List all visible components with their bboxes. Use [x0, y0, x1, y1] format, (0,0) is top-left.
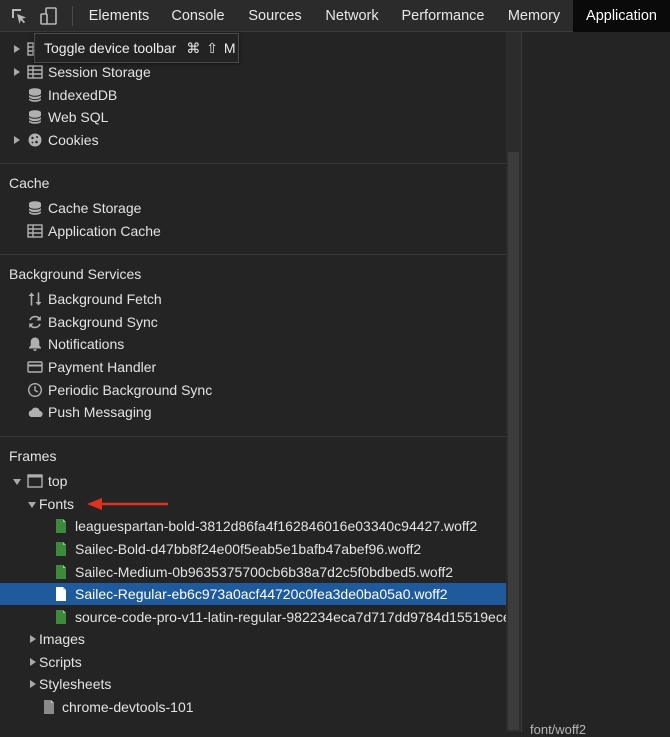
cookie-icon	[28, 133, 42, 147]
document-icon	[44, 700, 54, 714]
tree-item-periodic-background-sync[interactable]: Periodic Background Sync	[0, 379, 506, 401]
table-icon	[27, 65, 43, 79]
section-divider	[0, 163, 506, 164]
tree-item-font-file[interactable]: Sailec-Medium-0b9635375700cb6b38a7d2c5f0…	[0, 561, 506, 583]
frame-icon	[27, 474, 43, 488]
expand-arrow-icon[interactable]	[14, 136, 20, 144]
tree-item-session-storage[interactable]: Session Storage	[0, 61, 506, 83]
cloud-icon	[28, 407, 43, 418]
tree-item-child-frame[interactable]: chrome-devtools-101	[0, 696, 506, 718]
tree-item-stylesheets[interactable]: Stylesheets	[0, 673, 506, 695]
tree-item-label: Sailec-Medium-0b9635375700cb6b38a7d2c5f0…	[75, 564, 454, 580]
tree-item-indexeddb[interactable]: IndexedDB	[0, 84, 506, 106]
collapse-arrow-icon[interactable]	[13, 479, 21, 485]
tree-item-label: Payment Handler	[48, 359, 157, 375]
credit-card-icon	[27, 361, 43, 373]
expand-arrow-icon[interactable]	[14, 45, 20, 53]
resource-mime-type: font/woff2	[530, 722, 587, 737]
tree-item-label: Push Messaging	[48, 404, 152, 420]
tree-item-scripts[interactable]: Scripts	[0, 651, 506, 673]
expand-arrow-icon[interactable]	[14, 68, 20, 76]
annotation-arrow-icon	[87, 498, 168, 510]
section-title-background-services: Background Services	[9, 266, 142, 282]
section-title-cache: Cache	[9, 175, 50, 191]
tree-item-label: Scripts	[39, 654, 82, 670]
bell-icon	[29, 337, 41, 351]
expand-arrow-icon[interactable]	[30, 658, 36, 666]
inspect-element-icon[interactable]	[10, 7, 28, 25]
tab-network[interactable]: Network	[314, 0, 390, 32]
tree-item-frame-top[interactable]: top	[0, 470, 506, 492]
tree-item-label: IndexedDB	[48, 87, 118, 103]
tree-item-font-file-selected[interactable]: Sailec-Regular-eb6c973a0acf44720c0fea3de…	[0, 583, 506, 605]
up-down-arrows-icon	[28, 292, 42, 306]
tooltip: Toggle device toolbar ⌘ ⇧ M	[34, 33, 239, 63]
tooltip-shortcut: ⌘ ⇧ M	[186, 40, 237, 56]
tab-sources[interactable]: Sources	[237, 0, 313, 32]
device-toolbar-icon[interactable]	[40, 7, 58, 25]
section-title-frames: Frames	[9, 448, 57, 464]
section-divider	[0, 436, 506, 437]
tree-item-notifications[interactable]: Notifications	[0, 333, 506, 355]
tree-item-label: Background Sync	[48, 314, 158, 330]
tree-item-label: Notifications	[48, 336, 125, 352]
tab-performance[interactable]: Performance	[391, 0, 495, 32]
devtools-toolbar: Elements Console Sources Network Perform…	[0, 0, 670, 32]
tab-memory[interactable]: Memory	[496, 0, 572, 32]
tree-item-cookies[interactable]: Cookies	[0, 129, 506, 151]
scrollbar-thumb[interactable]	[508, 152, 519, 730]
tree-item-label: Periodic Background Sync	[48, 382, 213, 398]
tree-item-font-file[interactable]: source-code-pro-v11-latin-regular-982234…	[0, 606, 506, 628]
tree-item-label: Sailec-Regular-eb6c973a0acf44720c0fea3de…	[75, 586, 448, 602]
tree-item-label: leaguespartan-bold-3812d86fa4f162846016e…	[75, 518, 478, 534]
tree-item-web-sql[interactable]: Web SQL	[0, 106, 506, 128]
database-icon	[28, 201, 42, 215]
tree-item-label: chrome-devtools-101	[62, 699, 194, 715]
font-file-icon	[56, 565, 66, 579]
application-sidebar: Session Storage IndexedDB Web SQL Cookie…	[0, 32, 506, 732]
expand-arrow-icon[interactable]	[30, 680, 36, 688]
tree-item-label: Fonts	[39, 496, 75, 512]
tree-item-label: Application Cache	[48, 223, 161, 239]
font-file-icon	[56, 610, 66, 624]
tree-item-background-fetch[interactable]: Background Fetch	[0, 288, 506, 310]
section-divider	[0, 254, 506, 255]
tree-item-font-file[interactable]: Sailec-Bold-d47bb8f24e00f5eab5e1bafb47ab…	[0, 538, 506, 560]
expand-arrow-icon[interactable]	[30, 635, 36, 643]
clock-icon	[27, 382, 43, 398]
tree-item-font-file[interactable]: leaguespartan-bold-3812d86fa4f162846016e…	[0, 515, 506, 537]
tree-item-label: Cookies	[48, 132, 99, 148]
tree-item-images[interactable]: Images	[0, 628, 506, 650]
tab-console[interactable]: Console	[160, 0, 236, 32]
font-file-icon	[56, 587, 66, 601]
resource-preview-pane	[522, 32, 670, 732]
toolbar-separator	[72, 6, 73, 26]
tooltip-text: Toggle device toolbar	[44, 40, 177, 56]
tree-item-label: source-code-pro-v11-latin-regular-982234…	[75, 609, 506, 625]
font-file-icon	[56, 519, 66, 533]
collapse-arrow-icon[interactable]	[28, 502, 36, 508]
table-icon	[27, 224, 43, 238]
tree-item-label: top	[48, 473, 68, 489]
database-icon	[28, 88, 42, 102]
font-file-icon	[56, 542, 66, 556]
tree-item-cache-storage[interactable]: Cache Storage	[0, 197, 506, 219]
tab-application[interactable]: Application	[573, 0, 670, 32]
tree-item-label: Cache Storage	[48, 200, 142, 216]
tree-item-label: Background Fetch	[48, 291, 162, 307]
tree-item-payment-handler[interactable]: Payment Handler	[0, 356, 506, 378]
tree-item-label: Images	[39, 631, 85, 647]
database-icon	[28, 110, 42, 124]
tree-item-push-messaging[interactable]: Push Messaging	[0, 401, 506, 423]
sync-icon	[29, 315, 41, 329]
tree-item-label: Stylesheets	[39, 676, 112, 692]
tree-item-background-sync[interactable]: Background Sync	[0, 311, 506, 333]
tree-item-label: Web SQL	[48, 109, 109, 125]
sidebar-scrollbar[interactable]	[506, 32, 521, 732]
tree-item-fonts[interactable]: Fonts	[0, 493, 506, 515]
tree-item-application-cache[interactable]: Application Cache	[0, 220, 506, 242]
tab-elements[interactable]: Elements	[79, 0, 159, 32]
tree-item-label: Session Storage	[48, 64, 151, 80]
tree-item-label: Sailec-Bold-d47bb8f24e00f5eab5e1bafb47ab…	[75, 541, 422, 557]
